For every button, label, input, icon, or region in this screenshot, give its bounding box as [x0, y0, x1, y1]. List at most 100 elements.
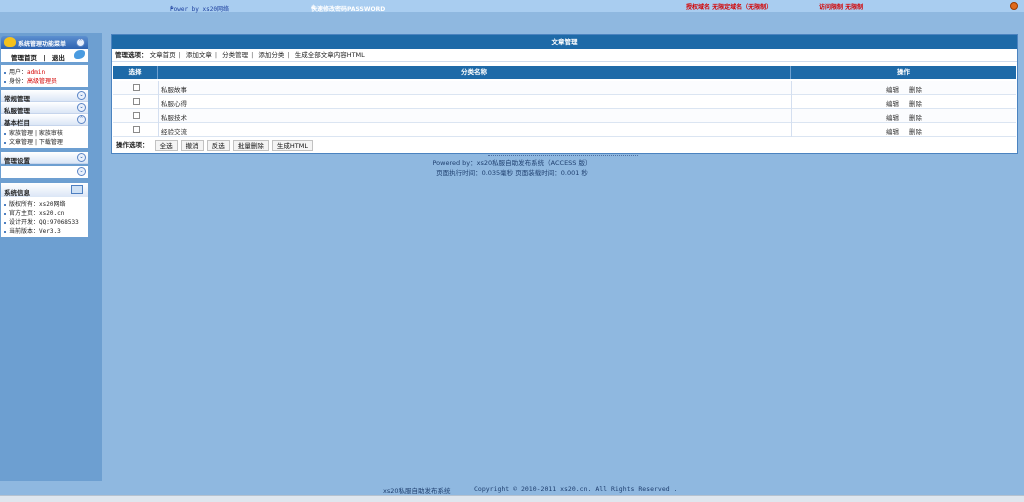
- user-label: 用户：: [9, 69, 28, 76]
- info-value: xs20.cn: [39, 210, 65, 217]
- bullet-icon: [4, 80, 6, 83]
- row-name: 私服故事: [161, 86, 187, 94]
- edit-link[interactable]: 编辑: [886, 98, 899, 108]
- row-checkbox[interactable]: [133, 98, 140, 105]
- invert-selection-button[interactable]: 反选: [206, 139, 230, 151]
- globe-icon[interactable]: [1010, 2, 1018, 10]
- table-row: 私服心得 编辑 删除: [113, 95, 1016, 109]
- row-name: 经验交流: [161, 128, 187, 136]
- select-all-button[interactable]: 全选: [154, 139, 178, 151]
- info-label: 版权所有：: [9, 201, 40, 208]
- family-review-link[interactable]: 家族审核: [39, 130, 63, 137]
- bullet-icon: [4, 230, 6, 233]
- op-separator: |: [251, 51, 254, 59]
- monitor-icon: [71, 185, 83, 194]
- bullet-icon: [4, 203, 6, 206]
- bullet-icon: [4, 71, 6, 74]
- column-action: 操作: [897, 68, 910, 76]
- row-checkbox[interactable]: [133, 84, 140, 91]
- page-title: 文章管理: [112, 35, 1017, 49]
- user-panel: 用户：admin 身份：高级管理员: [1, 65, 88, 87]
- info-label: 当前版本：: [9, 228, 40, 235]
- table-row: 私服故事 编辑 删除: [113, 81, 1016, 95]
- ops-label: 管理选项：: [115, 51, 148, 59]
- info-label: 设计开发：: [9, 219, 40, 226]
- powered-by-text: Powered by：xs20私服自助发布系统（ACCESS 版）: [432, 159, 592, 167]
- row-name: 私服技术: [161, 114, 187, 122]
- undo-button[interactable]: 撤消: [180, 139, 204, 151]
- column-name: 分类名称: [158, 66, 791, 79]
- section-server[interactable]: 私服管理 ⌄: [1, 102, 88, 115]
- bullet-icon: [4, 212, 6, 215]
- article-manage-link[interactable]: 文章管理: [9, 139, 33, 146]
- logout-link[interactable]: 退出: [52, 54, 65, 62]
- bullet-icon: [4, 132, 6, 135]
- role-value: 高级管理员: [27, 78, 58, 85]
- row-checkbox[interactable]: [133, 112, 140, 119]
- delete-link[interactable]: 删除: [909, 84, 922, 94]
- op-generate-html[interactable]: 生成全部文章内容HTML: [295, 51, 365, 59]
- family-manage-link[interactable]: 家族管理: [9, 130, 33, 137]
- op-article-home[interactable]: 文章首页: [150, 51, 176, 59]
- table-header: 选择 分类名称 操作: [113, 66, 1016, 79]
- manage-options-bar: 管理选项： 文章首页 | 添加文章 | 分类管理 | 添加分类 | 生成全部文章内容HT…: [112, 49, 1017, 62]
- download-manage-link[interactable]: 下载管理: [39, 139, 63, 146]
- op-add-category[interactable]: 添加分类: [258, 51, 284, 59]
- op-separator: |: [287, 51, 290, 59]
- table-row: 私服技术 编辑 删除: [113, 109, 1016, 123]
- category-table: 私服故事 编辑 删除 私服心得 编辑 删除 私服技术 编辑 删除 经验交流 编辑…: [113, 81, 1016, 137]
- system-name-text: xs20私服自助发布系统: [383, 487, 451, 495]
- op-category-manage[interactable]: 分类管理: [222, 51, 248, 59]
- system-info-panel: 版权所有：xs20网络 官方主页：xs20.cn 设计开发：QQ:9706853…: [1, 197, 88, 237]
- logo-icon: [4, 37, 16, 47]
- timing-text: 页面执行时间：0.035毫秒 页面装载时间：0.001 秒: [436, 169, 588, 177]
- sidebar: 系统管理功能菜单 ⌃ 管理首页 | 退出 用户：admin 身份：高级管理员 常…: [1, 36, 88, 237]
- arrow-down-icon: ↓: [170, 4, 174, 11]
- system-info-header: 系统信息: [1, 183, 88, 197]
- action-options-bar: 操作选项： 全选 撤消 反选 批量删除 生成HTML: [113, 139, 1016, 152]
- op-add-article[interactable]: 添加文章: [186, 51, 212, 59]
- batch-delete-button[interactable]: 批量删除: [232, 139, 269, 151]
- home-separator: |: [43, 54, 46, 62]
- delete-link[interactable]: 删除: [909, 112, 922, 122]
- sidebar-home-row: 管理首页 | 退出: [1, 49, 88, 62]
- visit-limit-text: 访问限制 无限制: [819, 4, 864, 11]
- op-separator: |: [214, 51, 218, 59]
- info-value: Ver3.3: [39, 228, 61, 235]
- delete-link[interactable]: 删除: [909, 126, 922, 136]
- op-separator: |: [178, 51, 181, 59]
- info-value: QQ:97068533: [39, 219, 79, 226]
- section-basic[interactable]: 基本栏目 ⌃: [1, 114, 88, 127]
- row-checkbox[interactable]: [133, 126, 140, 133]
- info-label: 官方主页：: [9, 210, 40, 217]
- bullet-icon: [4, 221, 6, 224]
- row-name: 私服心得: [161, 100, 187, 108]
- link-separator: |: [34, 139, 37, 146]
- collapse-icon[interactable]: ⌃: [77, 115, 86, 124]
- sidebar-header-title: 系统管理功能菜单: [18, 41, 67, 48]
- authorized-domain-text: 授权域名 无限定域名（无限制）: [686, 4, 773, 11]
- top-bar: Power by xs20网络 ↓ 快速修改密码PASSWORD ↓ 授权域名 无限…: [0, 0, 1024, 13]
- table-row: 经验交流 编辑 删除: [113, 123, 1016, 137]
- bird-icon: [74, 50, 85, 59]
- article-manage-panel: 文章管理 管理选项： 文章首页 | 添加文章 | 分类管理 | 添加分类 | 生成全部文…: [111, 34, 1018, 154]
- copyright-text: Copyright © 2010-2011 xs20.cn. All Right…: [474, 485, 678, 493]
- basic-links-panel: 家族管理 | 家族审核 文章管理 | 下载管理: [1, 126, 88, 148]
- generate-html-button[interactable]: 生成HTML: [271, 139, 313, 151]
- edit-link[interactable]: 编辑: [886, 84, 899, 94]
- actions-label: 操作选项：: [116, 141, 149, 149]
- expand-icon[interactable]: ⌄: [77, 91, 86, 100]
- delete-link[interactable]: 删除: [909, 98, 922, 108]
- info-value: xs20网络: [39, 201, 66, 208]
- role-label: 身份：: [9, 78, 28, 85]
- home-link[interactable]: 管理首页: [11, 54, 37, 62]
- sidebar-header: 系统管理功能菜单 ⌃: [1, 36, 88, 49]
- expand-icon[interactable]: ⌄: [77, 103, 86, 112]
- link-separator: |: [34, 130, 37, 137]
- user-value: admin: [27, 69, 46, 76]
- collapse-icon[interactable]: ⌃: [76, 38, 85, 47]
- edit-link[interactable]: 编辑: [886, 112, 899, 122]
- footer-divider: [488, 155, 638, 156]
- section-general[interactable]: 常规管理 ⌄: [1, 90, 88, 103]
- edit-link[interactable]: 编辑: [886, 126, 899, 136]
